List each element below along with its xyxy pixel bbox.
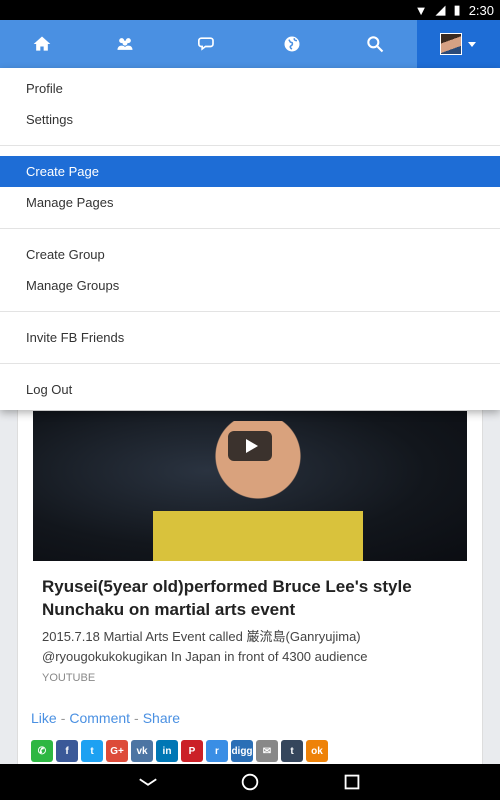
like-link[interactable]: Like <box>31 710 57 726</box>
facebook-icon[interactable]: f <box>56 740 78 762</box>
home-icon <box>33 36 50 51</box>
vk-icon[interactable]: vk <box>131 740 153 762</box>
menu-divider <box>0 228 500 229</box>
profile-dropdown-menu: Profile Settings Create Page Manage Page… <box>0 68 500 410</box>
video-thumbnail[interactable] <box>33 411 467 561</box>
menu-item-settings[interactable]: Settings <box>0 104 500 135</box>
globe-icon <box>284 36 300 52</box>
twitter-icon[interactable]: t <box>81 740 103 762</box>
menu-item-log-out[interactable]: Log Out <box>0 374 500 405</box>
status-bar: ▼ ◢ ▮ 2:30 <box>0 0 500 20</box>
nav-friends[interactable] <box>83 20 166 68</box>
whatsapp-icon[interactable]: ✆ <box>31 740 53 762</box>
pinterest-icon[interactable]: P <box>181 740 203 762</box>
top-nav <box>0 20 500 68</box>
nav-search[interactable] <box>333 20 416 68</box>
signal-icon: ◢ <box>435 2 446 17</box>
video-source: YOUTUBE <box>42 672 96 684</box>
linkedin-icon[interactable]: in <box>156 740 178 762</box>
email-icon[interactable]: ✉ <box>256 740 278 762</box>
separator: - <box>134 710 139 726</box>
back-icon[interactable] <box>137 771 159 793</box>
menu-item-create-page[interactable]: Create Page <box>0 156 500 187</box>
odnoklassniki-icon[interactable]: ok <box>306 740 328 762</box>
menu-divider <box>0 363 500 364</box>
menu-item-manage-pages[interactable]: Manage Pages <box>0 187 500 218</box>
menu-divider <box>0 145 500 146</box>
avatar <box>440 33 463 55</box>
comment-link[interactable]: Comment <box>69 710 130 726</box>
share-link[interactable]: Share <box>143 710 180 726</box>
home-button-icon[interactable] <box>239 771 261 793</box>
googleplus-icon[interactable]: G+ <box>106 740 128 762</box>
nav-home[interactable] <box>0 20 83 68</box>
nav-profile-menu[interactable] <box>416 20 500 68</box>
post-actions: Like - Comment - Share <box>31 710 180 726</box>
menu-item-manage-groups[interactable]: Manage Groups <box>0 270 500 301</box>
menu-item-create-group[interactable]: Create Group <box>0 239 500 270</box>
separator: - <box>60 710 66 726</box>
recents-icon[interactable] <box>341 771 363 793</box>
nav-globe[interactable] <box>250 20 333 68</box>
post-card: Ryusei(5year old)performed Bruce Lee's s… <box>17 380 483 800</box>
reddit-icon[interactable]: r <box>206 740 228 762</box>
wifi-icon: ▼ <box>414 2 428 18</box>
search-icon <box>367 36 384 53</box>
chevron-down-icon <box>468 41 477 47</box>
tumblr-icon[interactable]: t <box>281 740 303 762</box>
play-icon <box>245 439 258 453</box>
play-button[interactable] <box>228 431 272 461</box>
friends-icon <box>117 38 133 50</box>
video-title[interactable]: Ryusei(5year old)performed Bruce Lee's s… <box>42 575 462 621</box>
video-description: 2015.7.18 Martial Arts Event called 巌流島(… <box>42 629 368 664</box>
menu-divider <box>0 311 500 312</box>
nav-chat[interactable] <box>167 20 250 68</box>
share-icons-row: ✆ f t G+ vk in Pr digg ✉ t ok <box>31 740 328 762</box>
system-nav-bar <box>0 764 500 800</box>
status-time: 2:30 <box>468 2 494 18</box>
chat-icon <box>198 37 215 51</box>
battery-icon: ▮ <box>453 2 461 17</box>
menu-item-invite-fb-friends[interactable]: Invite FB Friends <box>0 322 500 353</box>
digg-icon[interactable]: digg <box>231 740 253 762</box>
menu-item-profile[interactable]: Profile <box>0 73 500 104</box>
